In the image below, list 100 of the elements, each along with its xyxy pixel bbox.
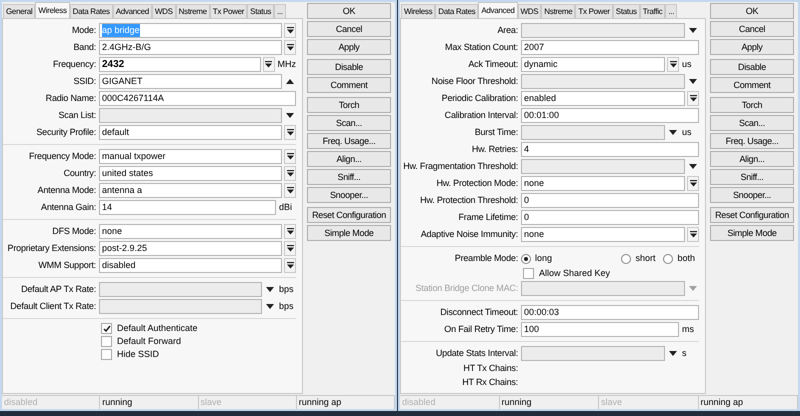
input-field[interactable] (99, 108, 282, 123)
action-button[interactable]: Cancel (307, 21, 391, 37)
input-field[interactable]: post-2.9.25 (99, 241, 282, 256)
input-field[interactable] (521, 125, 665, 140)
input-field[interactable]: 2.4GHz-B/G (99, 40, 282, 55)
tab[interactable]: ... (274, 4, 286, 18)
action-button[interactable]: Reset Configuration (307, 207, 391, 223)
dropdown-arrow-icon[interactable] (689, 79, 697, 84)
action-button[interactable]: Scan... (710, 115, 794, 131)
checkbox[interactable] (101, 323, 112, 334)
action-button[interactable]: Disable (710, 59, 794, 75)
dropdown-button[interactable] (687, 91, 699, 106)
dropdown-button[interactable] (284, 166, 296, 181)
dropdown-button[interactable] (284, 149, 296, 164)
input-field[interactable] (521, 159, 685, 174)
dropdown-button[interactable] (284, 125, 296, 140)
input-field[interactable]: 2432 (99, 57, 260, 72)
input-field[interactable]: 14 (99, 200, 276, 215)
radio-button[interactable] (663, 254, 674, 264)
input-field[interactable]: 4 (521, 142, 699, 157)
action-button[interactable]: Sniff... (710, 169, 794, 185)
action-button[interactable]: Simple Mode (710, 225, 794, 241)
input-field[interactable]: 00:01:00 (521, 108, 699, 123)
dropdown-arrow-icon[interactable] (689, 28, 697, 33)
input-field[interactable] (521, 74, 685, 89)
tab[interactable]: Advanced (478, 2, 518, 18)
collapse-arrow-icon[interactable] (286, 79, 294, 84)
input-field[interactable]: default (99, 125, 282, 140)
action-button[interactable]: Torch (710, 97, 794, 113)
action-button[interactable]: Comment (307, 77, 391, 93)
input-field[interactable]: 0 (521, 210, 699, 225)
action-button[interactable]: Reset Configuration (710, 207, 794, 223)
input-field[interactable]: united states (99, 166, 282, 181)
dropdown-button[interactable] (687, 176, 699, 191)
radio-button[interactable] (621, 254, 632, 264)
checkbox[interactable] (101, 349, 112, 360)
input-field[interactable]: 0 (521, 193, 699, 208)
action-button[interactable]: Snooper... (710, 187, 794, 203)
action-button[interactable]: Cancel (710, 21, 794, 37)
action-button[interactable]: Apply (307, 39, 391, 55)
tab[interactable]: Tx Power (575, 4, 613, 18)
input-field[interactable]: 100 (521, 322, 679, 337)
input-field[interactable]: manual txpower (99, 149, 282, 164)
checkbox[interactable] (101, 336, 112, 347)
dropdown-button[interactable] (687, 227, 699, 242)
action-button[interactable]: Simple Mode (307, 225, 391, 241)
tab[interactable]: Data Rates (435, 4, 478, 18)
tab[interactable]: Traffic (640, 4, 666, 18)
input-field[interactable]: 2007 (521, 40, 699, 55)
action-button[interactable]: Sniff... (307, 169, 391, 185)
checkbox[interactable] (523, 268, 534, 279)
dropdown-arrow-icon[interactable] (689, 164, 697, 169)
tab[interactable]: Advanced (112, 4, 152, 18)
action-button[interactable]: Align... (307, 151, 391, 167)
tab[interactable]: Tx Power (210, 4, 248, 18)
action-button[interactable]: OK (307, 3, 391, 19)
input-field[interactable]: none (521, 176, 685, 191)
input-field[interactable]: antenna a (99, 183, 282, 198)
input-field[interactable] (99, 299, 262, 314)
input-field[interactable] (99, 282, 262, 297)
tab[interactable]: Data Rates (70, 4, 113, 18)
input-field[interactable]: none (99, 224, 282, 239)
dropdown-button[interactable] (284, 241, 296, 256)
tab[interactable]: Status (612, 4, 640, 18)
action-button[interactable]: Disable (307, 59, 391, 75)
dropdown-button[interactable] (284, 40, 296, 55)
input-field[interactable]: 000C4267114A (99, 91, 296, 106)
action-button[interactable]: Apply (710, 39, 794, 55)
dropdown-arrow-icon[interactable] (266, 287, 274, 292)
tab[interactable]: Nstreme (176, 4, 210, 18)
tab[interactable]: WDS (518, 4, 542, 18)
dropdown-arrow-icon[interactable] (286, 113, 294, 118)
dropdown-arrow-icon[interactable] (669, 130, 677, 135)
input-field[interactable]: 00:00:03 (521, 305, 699, 320)
action-button[interactable]: Torch (307, 97, 391, 113)
tab[interactable]: Wireless (401, 4, 436, 18)
tab[interactable]: WDS (152, 4, 176, 18)
action-button[interactable]: Freq. Usage... (710, 133, 794, 149)
action-button[interactable]: Comment (710, 77, 794, 93)
tab[interactable]: ... (665, 4, 678, 18)
dropdown-button[interactable] (284, 224, 296, 239)
tab[interactable]: Wireless (35, 2, 70, 18)
input-field[interactable] (521, 346, 665, 361)
dropdown-button[interactable] (284, 23, 296, 38)
input-field[interactable]: GIGANET (99, 74, 282, 89)
dropdown-button[interactable] (262, 57, 274, 72)
dropdown-button[interactable] (284, 183, 296, 198)
dropdown-button[interactable] (667, 57, 679, 72)
input-field[interactable] (521, 23, 685, 38)
action-button[interactable]: Align... (710, 151, 794, 167)
dropdown-arrow-icon[interactable] (266, 304, 274, 309)
input-field[interactable]: disabled (99, 258, 282, 273)
action-button[interactable]: Freq. Usage... (307, 133, 391, 149)
radio-button[interactable] (521, 254, 531, 264)
dropdown-arrow-icon[interactable] (669, 351, 677, 356)
dropdown-button[interactable] (284, 258, 296, 273)
action-button[interactable]: OK (710, 3, 794, 19)
action-button[interactable]: Scan... (307, 115, 391, 131)
action-button[interactable]: Snooper... (307, 187, 391, 203)
tab[interactable]: Status (247, 4, 274, 18)
